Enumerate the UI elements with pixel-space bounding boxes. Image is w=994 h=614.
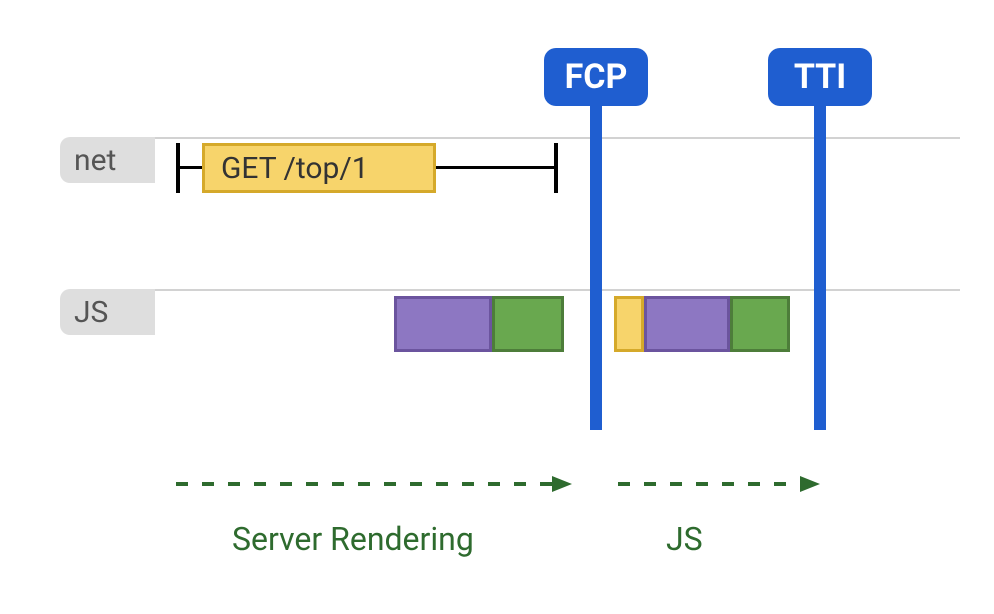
row-label-js-text: JS [74,295,108,330]
js-block-2-green [492,296,564,352]
net-track-line [155,137,960,139]
tti-marker-line [814,104,826,430]
fcp-marker-line [590,104,602,430]
row-label-js: JS [60,289,155,335]
net-request-box: GET /top/1 [202,143,436,193]
phase-arrow-js [618,476,824,496]
js-block-5-green [730,296,790,352]
timing-diagram: net JS GET /top/1 FCP TTI Server Renderi… [0,0,994,614]
phase-caption-server: Server Rendering [232,520,474,558]
phase-arrow-server [176,476,576,496]
net-whisker-right [554,143,558,193]
fcp-label: FCP [565,57,628,97]
js-block-1-purple [394,296,492,352]
js-block-3-yellow [614,296,644,352]
tti-label: TTI [794,57,846,97]
row-label-net: net [60,137,155,183]
phase-caption-js: JS [666,520,703,558]
net-whisker-connector-left [178,166,202,169]
row-label-net-text: net [74,143,116,178]
net-request-label: GET /top/1 [221,151,369,186]
fcp-marker-pill: FCP [544,48,648,106]
tti-marker-pill: TTI [768,48,872,106]
js-block-4-purple [644,296,730,352]
net-whisker-connector-right [436,166,554,169]
js-track-line [155,289,960,291]
